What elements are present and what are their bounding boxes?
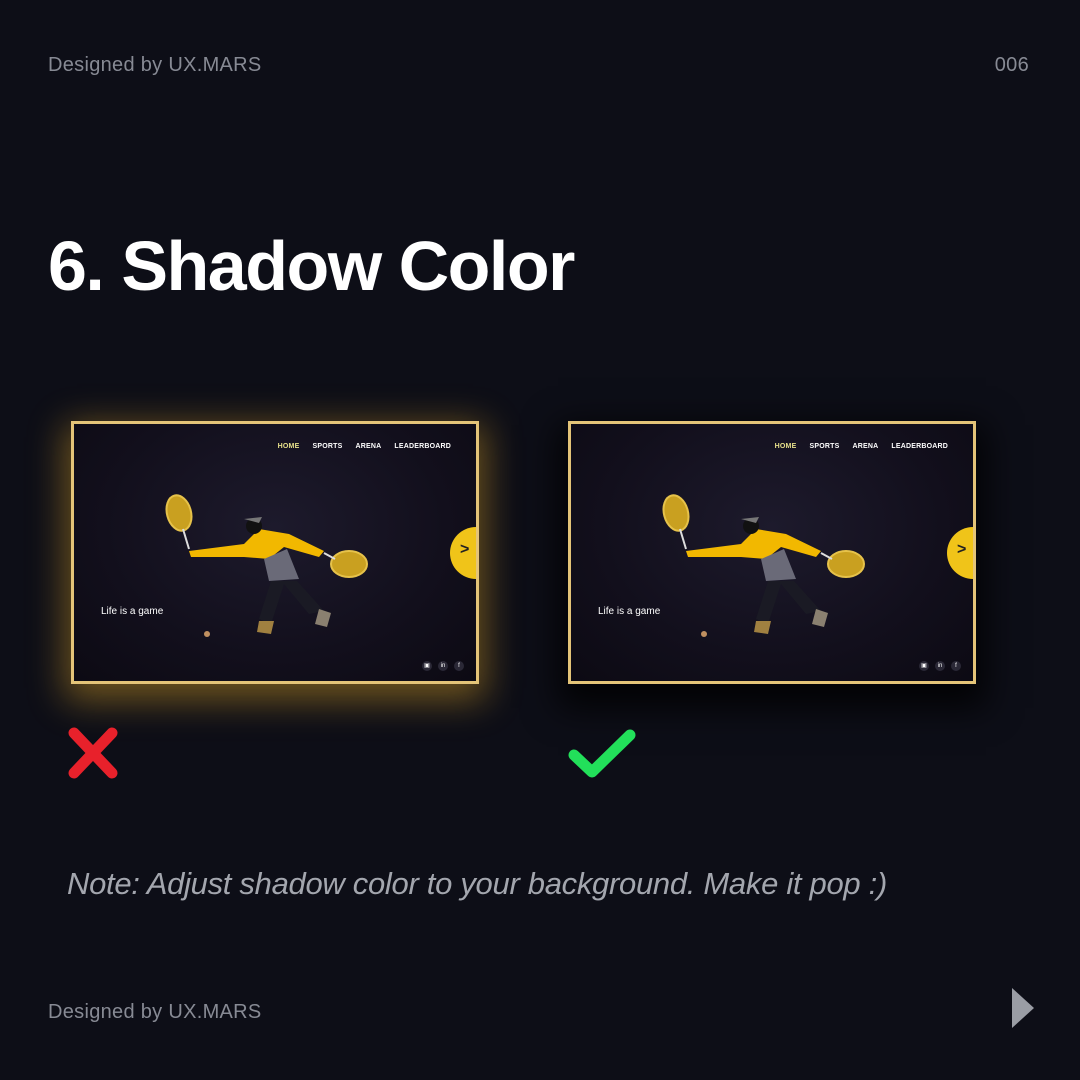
next-slide-button[interactable]: >: [450, 527, 476, 579]
triangle-right-icon[interactable]: [1011, 987, 1035, 1029]
facebook-icon[interactable]: f: [951, 661, 961, 671]
cross-icon: [68, 727, 118, 779]
page-title: 6. Shadow Color: [48, 227, 575, 305]
nav-arena[interactable]: ARENA: [852, 443, 878, 450]
check-icon: [568, 729, 636, 778]
example-card-wrong-shadow: HOME SPORTS ARENA LEADERBOARD Life is a …: [71, 421, 479, 684]
linkedin-icon[interactable]: in: [935, 661, 945, 671]
social-links: ▣ in f: [422, 661, 464, 671]
nav-arena[interactable]: ARENA: [355, 443, 381, 450]
note-text: Note: Adjust shadow color to your backgr…: [67, 866, 888, 901]
tennis-player-image: [662, 494, 865, 637]
header-credit: Designed by UX.MARS: [48, 54, 262, 76]
mockup-tagline: Life is a game: [598, 606, 661, 617]
nav-leaderboard[interactable]: LEADERBOARD: [394, 443, 451, 450]
nav-home[interactable]: HOME: [278, 443, 300, 450]
chevron-right-icon: >: [460, 541, 470, 558]
page-number: 006: [994, 54, 1029, 76]
facebook-icon[interactable]: f: [454, 661, 464, 671]
youtube-icon[interactable]: ▣: [919, 661, 929, 671]
chevron-right-icon: >: [957, 541, 967, 558]
example-card-right-shadow: HOME SPORTS ARENA LEADERBOARD Life is a …: [568, 421, 976, 684]
next-slide-button[interactable]: >: [947, 527, 973, 579]
mockup-nav: HOME SPORTS ARENA LEADERBOARD: [278, 443, 451, 450]
mockup-tagline: Life is a game: [101, 606, 164, 617]
social-links: ▣ in f: [919, 661, 961, 671]
linkedin-icon[interactable]: in: [438, 661, 448, 671]
nav-sports[interactable]: SPORTS: [312, 443, 342, 450]
youtube-icon[interactable]: ▣: [422, 661, 432, 671]
nav-home[interactable]: HOME: [775, 443, 797, 450]
nav-leaderboard[interactable]: LEADERBOARD: [891, 443, 948, 450]
tennis-player-image: [165, 494, 368, 637]
mockup-nav: HOME SPORTS ARENA LEADERBOARD: [775, 443, 948, 450]
nav-sports[interactable]: SPORTS: [809, 443, 839, 450]
footer-credit: Designed by UX.MARS: [48, 1001, 262, 1023]
